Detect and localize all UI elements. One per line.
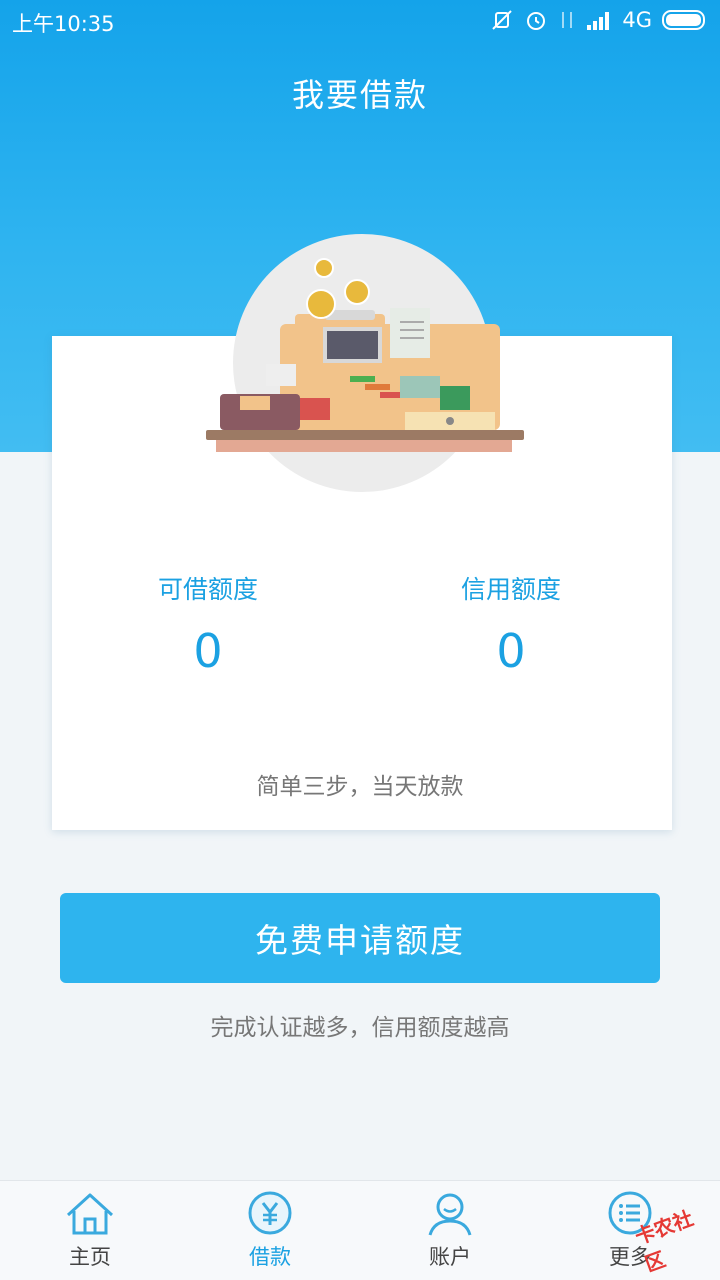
watermark: 卡农社区 (614, 1196, 714, 1276)
mute-vibrate-icon (490, 8, 514, 32)
user-icon (424, 1191, 476, 1237)
watermark-text: 卡农社区 (631, 1205, 697, 1277)
data-arrows-icon (558, 8, 576, 32)
tab-borrow[interactable]: 借款 (180, 1181, 360, 1280)
apply-quota-button[interactable]: 免费申请额度 (60, 893, 660, 983)
credit-quota-label: 信用额度 (460, 575, 561, 604)
tab-borrow-label: 借款 (249, 1245, 291, 1269)
apply-tip: 完成认证越多，信用额度越高 (210, 1015, 510, 1041)
tab-home-label: 主页 (69, 1245, 111, 1269)
tab-home[interactable]: 主页 (0, 1181, 180, 1280)
bottom-tab-bar: 主页 借款 账户 更多 (0, 1180, 720, 1280)
home-icon (64, 1191, 116, 1237)
network-type: 4G (622, 8, 652, 32)
status-bar: 上午10:35 4G (0, 0, 720, 40)
card-tip: 简单三步，当天放款 (256, 774, 464, 800)
credit-quota: 信用额度 0 (411, 570, 611, 678)
tab-account-label: 账户 (429, 1245, 471, 1269)
credit-quota-value: 0 (496, 624, 526, 678)
status-time: 上午10:35 (12, 12, 115, 36)
available-quota-value: 0 (193, 624, 223, 678)
cash-register-illustration (206, 234, 524, 492)
battery-icon (662, 9, 708, 31)
yuan-icon (244, 1191, 296, 1237)
tab-account[interactable]: 账户 (360, 1181, 540, 1280)
page-title: 我要借款 (291, 76, 428, 114)
available-quota: 可借额度 0 (108, 570, 308, 678)
available-quota-label: 可借额度 (157, 575, 258, 604)
alarm-icon (524, 8, 548, 32)
status-icons: 4G (490, 8, 708, 32)
signal-icon (586, 9, 612, 31)
